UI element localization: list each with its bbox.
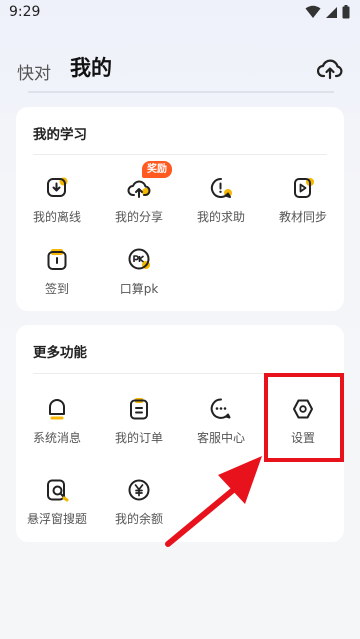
annotation-arrow bbox=[165, 456, 262, 547]
